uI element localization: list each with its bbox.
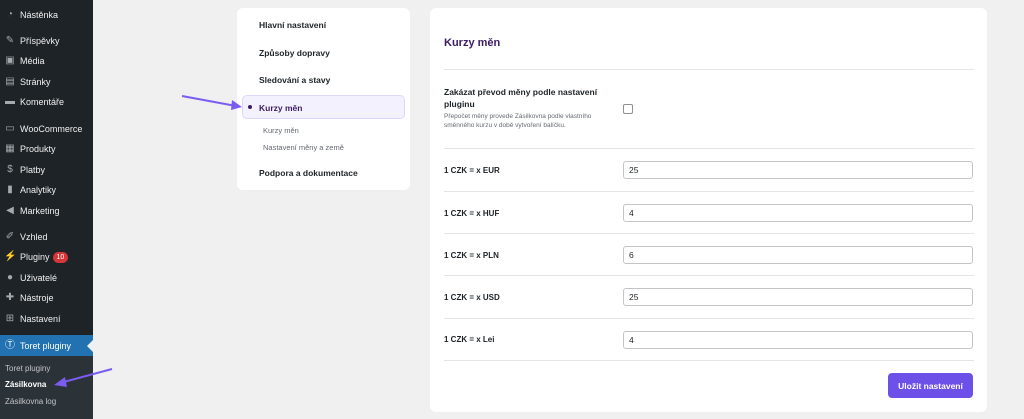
sidebar-item-label: Nástěnka <box>20 10 59 20</box>
wrench-icon: ✚ <box>5 292 15 303</box>
sidebar-item-label: Uživatelé <box>20 273 58 283</box>
disable-conversion-label: Zakázat převod měny podle nastavení plug… <box>444 87 598 109</box>
sidebar-item-label: Produkty <box>20 144 56 154</box>
rate-label-lei: 1 CZK = x Lei <box>444 335 495 344</box>
sidebar-item-payments[interactable]: $ Platby <box>0 160 93 180</box>
archive-icon: ▦ <box>5 143 15 154</box>
sidebar-item-marketing[interactable]: ◀ Marketing <box>0 201 93 221</box>
sidebar-item-pages[interactable]: ▤ Stránky <box>0 72 93 92</box>
page-icon: ▤ <box>5 76 15 87</box>
divider <box>444 360 974 361</box>
nav-link-main-settings[interactable]: Hlavní nastavení <box>259 20 326 30</box>
rate-label-pln: 1 CZK = x PLN <box>444 251 499 260</box>
submenu-item-zasilkovna-log[interactable]: Zásilkovna log <box>5 397 56 406</box>
save-settings-button[interactable]: Uložit nastavení <box>888 373 973 398</box>
rate-input-lei[interactable] <box>623 331 973 349</box>
sidebar-item-settings[interactable]: ⊞ Nastavení <box>0 309 93 329</box>
rate-input-usd[interactable] <box>623 288 973 306</box>
nav-link-tracking[interactable]: Sledování a stavy <box>259 75 330 85</box>
rate-label-usd: 1 CZK = x USD <box>444 293 500 302</box>
divider <box>444 69 974 70</box>
toret-icon: Ⓣ <box>5 340 15 351</box>
divider <box>444 275 974 276</box>
user-icon: ● <box>6 272 14 283</box>
pin-icon: ✎ <box>5 35 15 46</box>
active-dot-icon <box>248 105 252 109</box>
admin-sidebar: ◔ Nástěnka ✎ Příspěvky ▣ Média ▤ Stránky ▬ Ko… <box>0 0 93 419</box>
sidebar-item-posts[interactable]: ✎ Příspěvky <box>0 31 93 51</box>
divider <box>444 318 974 319</box>
rate-input-pln[interactable] <box>623 246 973 264</box>
disable-conversion-checkbox[interactable] <box>623 104 633 114</box>
sidebar-item-label: Nastavení <box>20 314 61 324</box>
nav-link-exchange-rates[interactable]: Kurzy měn <box>259 103 302 113</box>
submenu-item-zasilkovna[interactable]: Zásilkovna <box>5 380 46 389</box>
sidebar-item-tools[interactable]: ✚ Nástroje <box>0 288 93 308</box>
sidebar-item-dashboard[interactable]: ◔ Nástěnka <box>0 5 93 25</box>
nav-link-support[interactable]: Podpora a dokumentace <box>259 168 358 178</box>
sidebar-item-media[interactable]: ▣ Média <box>0 51 93 71</box>
sidebar-item-label: Média <box>20 56 45 66</box>
sidebar-item-label: Marketing <box>20 206 60 216</box>
rate-input-huf[interactable] <box>623 204 973 222</box>
nav-sublink-currency-country[interactable]: Nastavení měny a země <box>263 143 344 152</box>
chart-icon: ▮ <box>7 184 13 195</box>
sidebar-item-analytics[interactable]: ▮ Analytiky <box>0 180 93 200</box>
submenu-item-toret-plugins[interactable]: Toret pluginy <box>5 364 50 373</box>
plugin-icon: ⚡ <box>4 251 17 262</box>
sidebar-item-plugins[interactable]: ⚡ Pluginy 10 <box>0 247 93 267</box>
megaphone-icon: ◀ <box>6 205 14 216</box>
sidebar-item-label: Pluginy <box>20 252 50 262</box>
sidebar-item-comments[interactable]: ▬ Komentáře <box>0 92 93 112</box>
sidebar-item-label: Analytiky <box>20 185 57 195</box>
payments-icon: $ <box>7 164 13 175</box>
dashboard-icon: ◔ <box>6 9 14 20</box>
sidebar-item-products[interactable]: ▦ Produkty <box>0 139 93 159</box>
comment-icon: ▬ <box>5 96 15 107</box>
sidebar-item-label: Stránky <box>20 77 51 87</box>
sidebar-item-woocommerce[interactable]: ▭ WooCommerce <box>0 119 93 139</box>
arrow-icon <box>181 95 242 110</box>
brush-icon: ✐ <box>5 231 15 242</box>
sidebar-item-toret-plugins[interactable]: Ⓣ Toret pluginy <box>0 335 93 357</box>
nav-link-shipping-methods[interactable]: Způsoby dopravy <box>259 48 330 58</box>
divider <box>444 148 974 149</box>
sidebar-item-label: Komentáře <box>20 97 65 107</box>
divider <box>444 191 974 192</box>
woo-icon: ▭ <box>5 123 15 134</box>
sidebar-item-label: Vzhled <box>20 232 48 242</box>
sidebar-item-label: WooCommerce <box>20 124 83 134</box>
settings-icon: ⊞ <box>5 313 15 324</box>
section-title: Kurzy měn <box>444 37 501 49</box>
disable-conversion-description: Přepočet měny provede Zásilkovna podle v… <box>444 113 592 129</box>
sidebar-item-label: Toret pluginy <box>20 341 72 351</box>
divider <box>444 233 974 234</box>
rate-label-eur: 1 CZK = x EUR <box>444 166 500 175</box>
sidebar-item-label: Nástroje <box>20 293 54 303</box>
media-icon: ▣ <box>5 55 15 66</box>
sidebar-item-users[interactable]: ● Uživatelé <box>0 268 93 288</box>
arrow-icon <box>54 368 113 387</box>
rate-input-eur[interactable] <box>623 161 973 179</box>
sidebar-item-label: Platby <box>20 165 46 175</box>
rate-label-huf: 1 CZK = x HUF <box>444 209 500 218</box>
sidebar-item-appearance[interactable]: ✐ Vzhled <box>0 227 93 247</box>
update-count-badge: 10 <box>52 251 69 263</box>
sidebar-item-label: Příspěvky <box>20 36 60 46</box>
nav-sublink-exchange-rates[interactable]: Kurzy měn <box>263 126 299 135</box>
